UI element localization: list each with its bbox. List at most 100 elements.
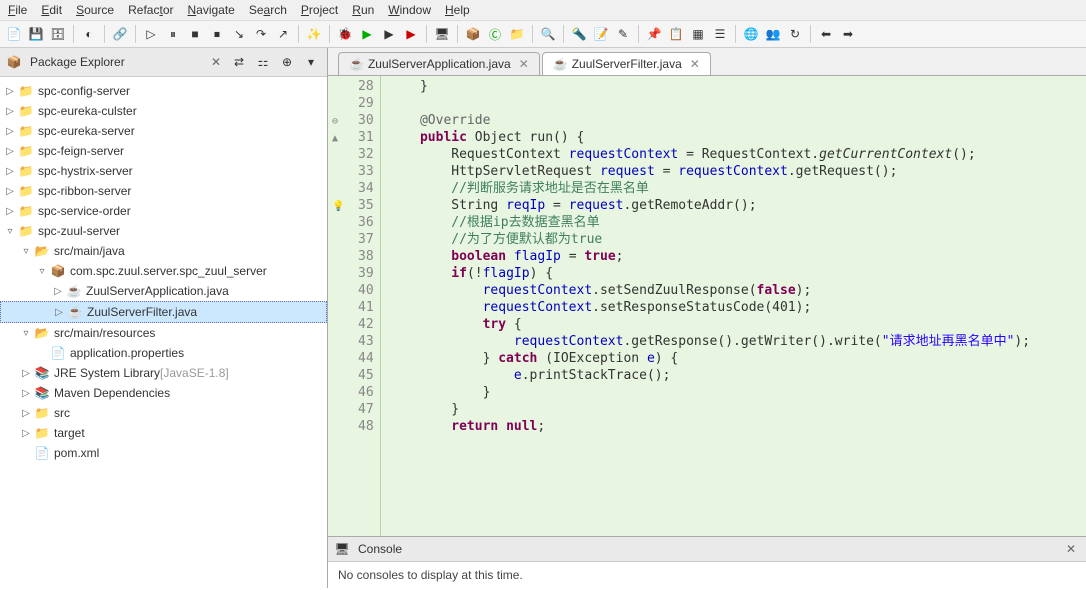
open-type-button[interactable]: 🔍	[538, 24, 558, 44]
collapse-all-button[interactable]: ⇄	[229, 52, 249, 72]
tree-item[interactable]: ▷📚Maven Dependencies	[0, 383, 327, 403]
proj-icon: 📁	[18, 143, 34, 159]
tree-item[interactable]: ▿📂src/main/java	[0, 241, 327, 261]
tree-item[interactable]: ▿📂src/main/resources	[0, 323, 327, 343]
code-editor[interactable]: 282930⊖31▲32333435💡363738394041424344454…	[328, 76, 1086, 536]
globe-button[interactable]: 🌐	[741, 24, 761, 44]
project-tree[interactable]: ▷📁spc-config-server▷📁spc-eureka-culster▷…	[0, 77, 327, 588]
tree-item[interactable]: ▷📁spc-eureka-server	[0, 121, 327, 141]
twisty-icon[interactable]: ▿	[4, 226, 16, 237]
menu-navigate[interactable]: Navigate	[187, 3, 234, 17]
tree-item[interactable]: ▷📁target	[0, 423, 327, 443]
coverage-button[interactable]: ▶	[379, 24, 399, 44]
code-area[interactable]: } @Override public Object run() { Reques…	[381, 76, 1038, 536]
proj-icon: 📁	[18, 163, 34, 179]
new-class-button[interactable]: Ⓒ	[485, 24, 505, 44]
run-button[interactable]: ▶	[357, 24, 377, 44]
stop-button[interactable]: ■	[185, 24, 205, 44]
tree-item[interactable]: ▿📦com.spc.zuul.server.spc_zuul_server	[0, 261, 327, 281]
tree-label: Maven Dependencies	[54, 386, 170, 400]
run-last-button[interactable]: ↻	[785, 24, 805, 44]
link-button[interactable]: 🔗	[110, 24, 130, 44]
tree-item[interactable]: ▷📁spc-config-server	[0, 81, 327, 101]
menu-help[interactable]: Help	[445, 3, 470, 17]
ext-tools-button[interactable]: ▶	[401, 24, 421, 44]
tree-label: spc-ribbon-server	[38, 184, 131, 198]
twisty-icon[interactable]: ▷	[20, 428, 32, 439]
save-all-button[interactable]: 🗄	[48, 24, 68, 44]
console-close-icon[interactable]: ✕	[1062, 542, 1080, 556]
step-over-button[interactable]: ↷	[251, 24, 271, 44]
grid-button[interactable]: ▦	[688, 24, 708, 44]
menu-project[interactable]: Project	[301, 3, 338, 17]
package-icon: 📦	[6, 54, 22, 70]
twisty-icon[interactable]: ▷	[53, 307, 65, 318]
pause-button[interactable]: ⏸	[163, 24, 183, 44]
new-folder-button[interactable]: 📁	[507, 24, 527, 44]
twisty-icon[interactable]: ▿	[36, 266, 48, 277]
menu-file[interactable]: File	[8, 3, 27, 17]
tree-item[interactable]: ▷📁spc-feign-server	[0, 141, 327, 161]
tree-item[interactable]: ▷📁src	[0, 403, 327, 423]
twisty-icon[interactable]: ▷	[4, 86, 16, 97]
twisty-icon[interactable]: ▿	[20, 246, 32, 257]
clipboard-button[interactable]: 📋	[666, 24, 686, 44]
tree-item[interactable]: ▷📁spc-ribbon-server	[0, 181, 327, 201]
twisty-icon[interactable]: ▷	[4, 126, 16, 137]
task-button[interactable]: ✎	[613, 24, 633, 44]
menu-refactor[interactable]: Refactor	[128, 3, 173, 17]
editor-tab[interactable]: ☕ZuulServerFilter.java✕	[542, 52, 711, 75]
search-button[interactable]: 🔦	[569, 24, 589, 44]
disconnect-button[interactable]: ⏹	[207, 24, 227, 44]
tree-item[interactable]: 📄pom.xml	[0, 443, 327, 463]
tree-label: ZuulServerApplication.java	[86, 284, 229, 298]
twisty-icon[interactable]: ▷	[4, 146, 16, 157]
twisty-icon[interactable]: ▷	[4, 206, 16, 217]
tree-item[interactable]: ▿📁spc-zuul-server	[0, 221, 327, 241]
annotation-button[interactable]: 📝	[591, 24, 611, 44]
view-menu-button[interactable]: ▾	[301, 52, 321, 72]
editor-tab[interactable]: ☕ZuulServerApplication.java✕	[338, 52, 540, 75]
tab-close-icon[interactable]: ✕	[519, 57, 529, 71]
twisty-icon[interactable]: ▷	[20, 388, 32, 399]
tree-item[interactable]: 📄application.properties	[0, 343, 327, 363]
wizard-button[interactable]: ✨	[304, 24, 324, 44]
server-button[interactable]: 🖥	[432, 24, 452, 44]
menu-edit[interactable]: Edit	[41, 3, 62, 17]
debug-button[interactable]: 🐞	[335, 24, 355, 44]
menu-source[interactable]: Source	[76, 3, 114, 17]
new-pkg-button[interactable]: 📦	[463, 24, 483, 44]
twisty-icon[interactable]: ▷	[20, 368, 32, 379]
twisty-icon[interactable]: ▷	[4, 106, 16, 117]
forward-button[interactable]: ➡	[838, 24, 858, 44]
tree-item[interactable]: ▷📁spc-eureka-culster	[0, 101, 327, 121]
close-icon[interactable]: ✕	[207, 55, 225, 69]
menu-window[interactable]: Window	[388, 3, 431, 17]
link-editor-button[interactable]: ⚏	[253, 52, 273, 72]
tree-item[interactable]: ▷☕ZuulServerApplication.java	[0, 281, 327, 301]
step-return-button[interactable]: ↗	[273, 24, 293, 44]
step-into-button[interactable]: ↘	[229, 24, 249, 44]
tree-item[interactable]: ▷📁spc-hystrix-server	[0, 161, 327, 181]
outline-button[interactable]: ☰	[710, 24, 730, 44]
twisty-icon[interactable]: ▷	[4, 186, 16, 197]
resume-button[interactable]: ▷	[141, 24, 161, 44]
new-button[interactable]: 📄	[4, 24, 24, 44]
toggle-button[interactable]: ◐	[79, 24, 99, 44]
twisty-icon[interactable]: ▷	[20, 408, 32, 419]
tree-item[interactable]: ▷📁spc-service-order	[0, 201, 327, 221]
tab-label: ZuulServerFilter.java	[572, 57, 682, 71]
save-button[interactable]: 💾	[26, 24, 46, 44]
twisty-icon[interactable]: ▷	[4, 166, 16, 177]
menu-search[interactable]: Search	[249, 3, 287, 17]
tree-item[interactable]: ▷☕ZuulServerFilter.java	[0, 301, 327, 323]
people-button[interactable]: 👥	[763, 24, 783, 44]
twisty-icon[interactable]: ▿	[20, 328, 32, 339]
tree-item[interactable]: ▷📚JRE System Library [JavaSE-1.8]	[0, 363, 327, 383]
pin-button[interactable]: 📌	[644, 24, 664, 44]
menu-run[interactable]: Run	[352, 3, 374, 17]
focus-button[interactable]: ⊕	[277, 52, 297, 72]
twisty-icon[interactable]: ▷	[52, 286, 64, 297]
tab-close-icon[interactable]: ✕	[690, 57, 700, 71]
back-button[interactable]: ⬅	[816, 24, 836, 44]
